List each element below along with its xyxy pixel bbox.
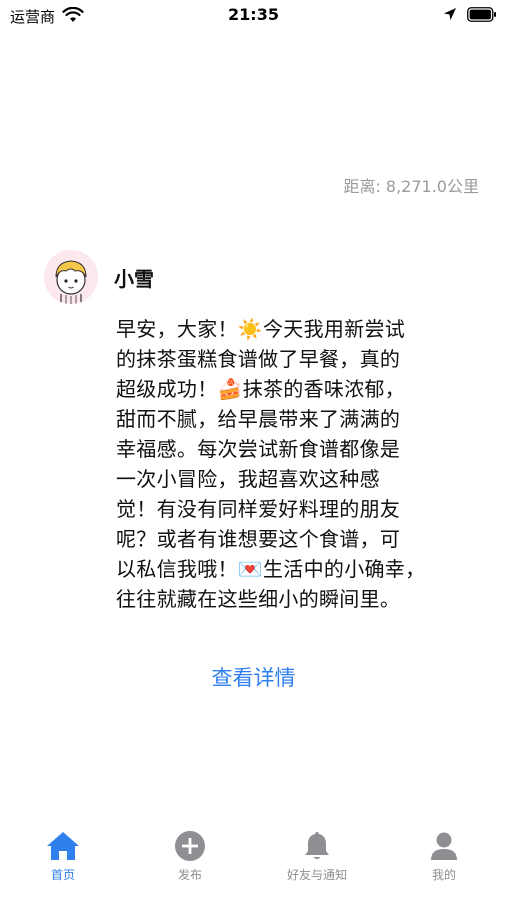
- tab-home[interactable]: 首页: [0, 830, 126, 890]
- tab-home-label: 首页: [50, 868, 75, 882]
- tab-me[interactable]: 我的: [381, 830, 507, 890]
- tab-me-label: 我的: [431, 868, 456, 882]
- post-content: 早安，大家！☀️今天我用新尝试 的抹茶蛋糕食谱做了早餐，真的 超级成功！🍰抹茶的…: [116, 317, 426, 611]
- person-icon: [431, 832, 457, 860]
- distance-label: 距离: 8,271.0公里: [343, 177, 479, 196]
- bell-icon: [305, 832, 329, 859]
- tab-post[interactable]: 发布: [127, 830, 253, 890]
- cartoon-avatar-icon: [55, 260, 87, 304]
- battery-icon: [467, 7, 496, 22]
- tab-friends-notifications[interactable]: 好友与通知: [254, 830, 380, 890]
- avatar[interactable]: [44, 250, 98, 304]
- tab-friends-label: 好友与通知: [286, 868, 347, 882]
- plus-circle-icon: [175, 831, 205, 861]
- tab-bar: 首页 发布 好友与通知 我的: [0, 820, 507, 900]
- home-icon: [47, 832, 79, 860]
- status-time: 21:35: [228, 5, 279, 24]
- location-arrow-icon: [444, 8, 456, 20]
- status-bar: 运营商 21:35: [0, 0, 507, 32]
- username[interactable]: 小雪: [114, 263, 154, 292]
- view-details-link[interactable]: 查看详情: [0, 662, 507, 692]
- tab-post-label: 发布: [177, 868, 202, 882]
